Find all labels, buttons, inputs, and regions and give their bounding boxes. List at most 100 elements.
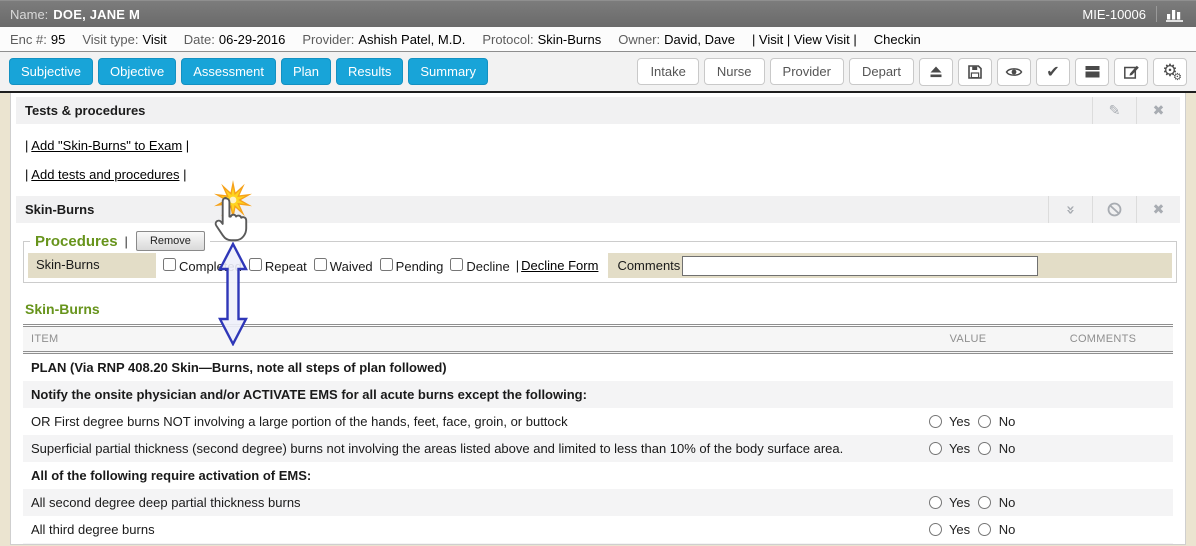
collapse-double-chevron-icon[interactable]: » — [1048, 196, 1092, 223]
value-cell: Yes No — [903, 435, 1033, 462]
settings-small-gear-icon: ⚙ — [1173, 73, 1182, 83]
archive-button[interactable] — [1075, 58, 1109, 86]
stage-button[interactable]: Nurse — [704, 58, 765, 85]
no-radio[interactable] — [978, 442, 991, 455]
close-icon[interactable]: ✖ — [1136, 97, 1180, 124]
procedures-fieldset: Procedures | Remove Skin-Burns Completed… — [23, 231, 1177, 283]
field-value: Ashish Patel, M.D. — [358, 32, 465, 47]
status-checkbox[interactable] — [450, 258, 463, 271]
yes-radio[interactable] — [929, 415, 942, 428]
status-checkbox-option[interactable]: Waived — [307, 258, 373, 274]
field-label: Protocol: — [482, 32, 533, 47]
comments-label: Comments — [617, 258, 680, 273]
note-tab-button[interactable]: Subjective — [9, 58, 93, 85]
note-tab-button[interactable]: Plan — [281, 58, 331, 85]
note-tab-button[interactable]: Results — [336, 58, 403, 85]
encounter-field: Provider: Ashish Patel, M.D. — [302, 32, 465, 47]
yes-no-radio-group: Yes No — [921, 441, 1016, 456]
status-checkbox[interactable] — [314, 258, 327, 271]
flowsheet-chart-button[interactable] — [1156, 6, 1186, 22]
item-text: All chemical burns — [23, 543, 903, 545]
pipe: | — [183, 167, 186, 182]
comments-input[interactable] — [682, 256, 1038, 276]
stage-button[interactable]: Depart — [849, 58, 914, 85]
comments-cell — [1033, 408, 1173, 435]
status-checkbox-option[interactable]: Decline — [443, 258, 509, 274]
procedure-comments: Comments — [608, 253, 1172, 278]
item-text: OR First degree burns NOT involving a la… — [23, 408, 903, 435]
add-skin-burns-row: | Add "Skin-Burns" to Exam | — [25, 138, 1180, 153]
preview-button[interactable] — [997, 58, 1031, 86]
status-checkbox-option[interactable]: Pending — [373, 258, 444, 274]
eject-button[interactable] — [919, 58, 953, 86]
no-radio-option[interactable]: No — [970, 441, 1015, 456]
yes-radio[interactable] — [929, 523, 942, 536]
yes-radio-option[interactable]: Yes — [921, 414, 971, 429]
checklist-row: Superficial partial thickness (second de… — [23, 435, 1173, 462]
value-cell: Yes No — [903, 543, 1033, 545]
field-label: Date: — [184, 32, 215, 47]
field-value: 95 — [51, 32, 65, 47]
status-checkbox[interactable] — [249, 258, 262, 271]
no-radio-option[interactable]: No — [970, 414, 1015, 429]
save-button[interactable] — [958, 58, 992, 86]
checklist-row: PLAN (Via RNP 408.20 Skin—Burns, note al… — [23, 353, 1173, 382]
add-skin-burns-to-exam-link[interactable]: Add "Skin-Burns" to Exam — [31, 138, 182, 153]
comments-cell — [1033, 462, 1173, 489]
table-header-row: ITEM VALUE COMMENTS — [23, 326, 1173, 353]
remove-button[interactable]: Remove — [136, 231, 205, 251]
decline-form-link[interactable]: Decline Form — [521, 258, 598, 273]
no-radio[interactable] — [978, 523, 991, 536]
block-icon[interactable] — [1092, 196, 1136, 223]
settings-button[interactable]: ⚙ ⚙ — [1153, 58, 1187, 86]
yes-radio-option[interactable]: Yes — [921, 522, 971, 537]
procedures-legend: Procedures — [35, 233, 118, 250]
yes-radio[interactable] — [929, 442, 942, 455]
pencil-icon[interactable]: ✎ — [1092, 97, 1136, 124]
skin-burns-section-header: Skin-Burns » ✖ — [16, 196, 1180, 223]
pipe: | — [186, 138, 189, 153]
yes-radio[interactable] — [929, 496, 942, 509]
status-checkbox[interactable] — [163, 258, 176, 271]
value-cell — [903, 353, 1033, 382]
close-icon[interactable]: ✖ — [1136, 196, 1180, 223]
procedure-status-options: Completed Repeat Waived Pending Decline … — [156, 253, 608, 278]
approve-button[interactable]: ✔ — [1036, 58, 1070, 86]
stage-button[interactable]: Intake — [637, 58, 698, 85]
field-value: Visit — [142, 32, 166, 47]
encounter-field: Protocol:Skin-Burns — [482, 32, 601, 47]
section-title: Skin-Burns — [25, 202, 94, 217]
field-label: Enc #: — [10, 32, 47, 47]
toolbar: Subjective Objective Assessment Plan Res… — [0, 52, 1196, 93]
visit-nav-links[interactable]: | Visit | View Visit | — [752, 32, 857, 47]
item-text: All third degree burns — [23, 516, 903, 543]
system-id: MIE-10006 — [1082, 7, 1146, 22]
add-tests-and-procedures-link[interactable]: Add tests and procedures — [31, 167, 179, 182]
patient-name: DOE, JANE M — [53, 7, 140, 22]
item-text: PLAN (Via RNP 408.20 Skin—Burns, note al… — [23, 353, 903, 382]
comments-cell — [1033, 435, 1173, 462]
no-radio[interactable] — [978, 496, 991, 509]
value-cell: Yes No — [903, 489, 1033, 516]
edit-note-button[interactable] — [1114, 58, 1148, 86]
title-bar: Name: DOE, JANE M MIE-10006 — [0, 0, 1196, 27]
note-tab-button[interactable]: Assessment — [181, 58, 276, 85]
field-label: Provider: — [302, 32, 354, 47]
no-radio-option[interactable]: No — [970, 495, 1015, 510]
comments-cell — [1033, 543, 1173, 545]
no-radio-option[interactable]: No — [970, 522, 1015, 537]
yes-radio-option[interactable]: Yes — [921, 495, 971, 510]
note-tab-button[interactable]: Objective — [98, 58, 176, 85]
value-cell — [903, 381, 1033, 408]
checkbox-label: Completed — [179, 259, 242, 274]
checkin-link[interactable]: Checkin — [874, 32, 921, 47]
stage-button[interactable]: Provider — [770, 58, 844, 85]
note-tab-button[interactable]: Summary — [408, 58, 488, 85]
status-checkbox-option[interactable]: Repeat — [242, 258, 307, 274]
no-radio[interactable] — [978, 415, 991, 428]
item-text: All of the following require activation … — [23, 462, 903, 489]
yes-radio-option[interactable]: Yes — [921, 441, 971, 456]
column-header-item: ITEM — [23, 326, 903, 353]
status-checkbox[interactable] — [380, 258, 393, 271]
status-checkbox-option[interactable]: Completed — [156, 258, 242, 274]
